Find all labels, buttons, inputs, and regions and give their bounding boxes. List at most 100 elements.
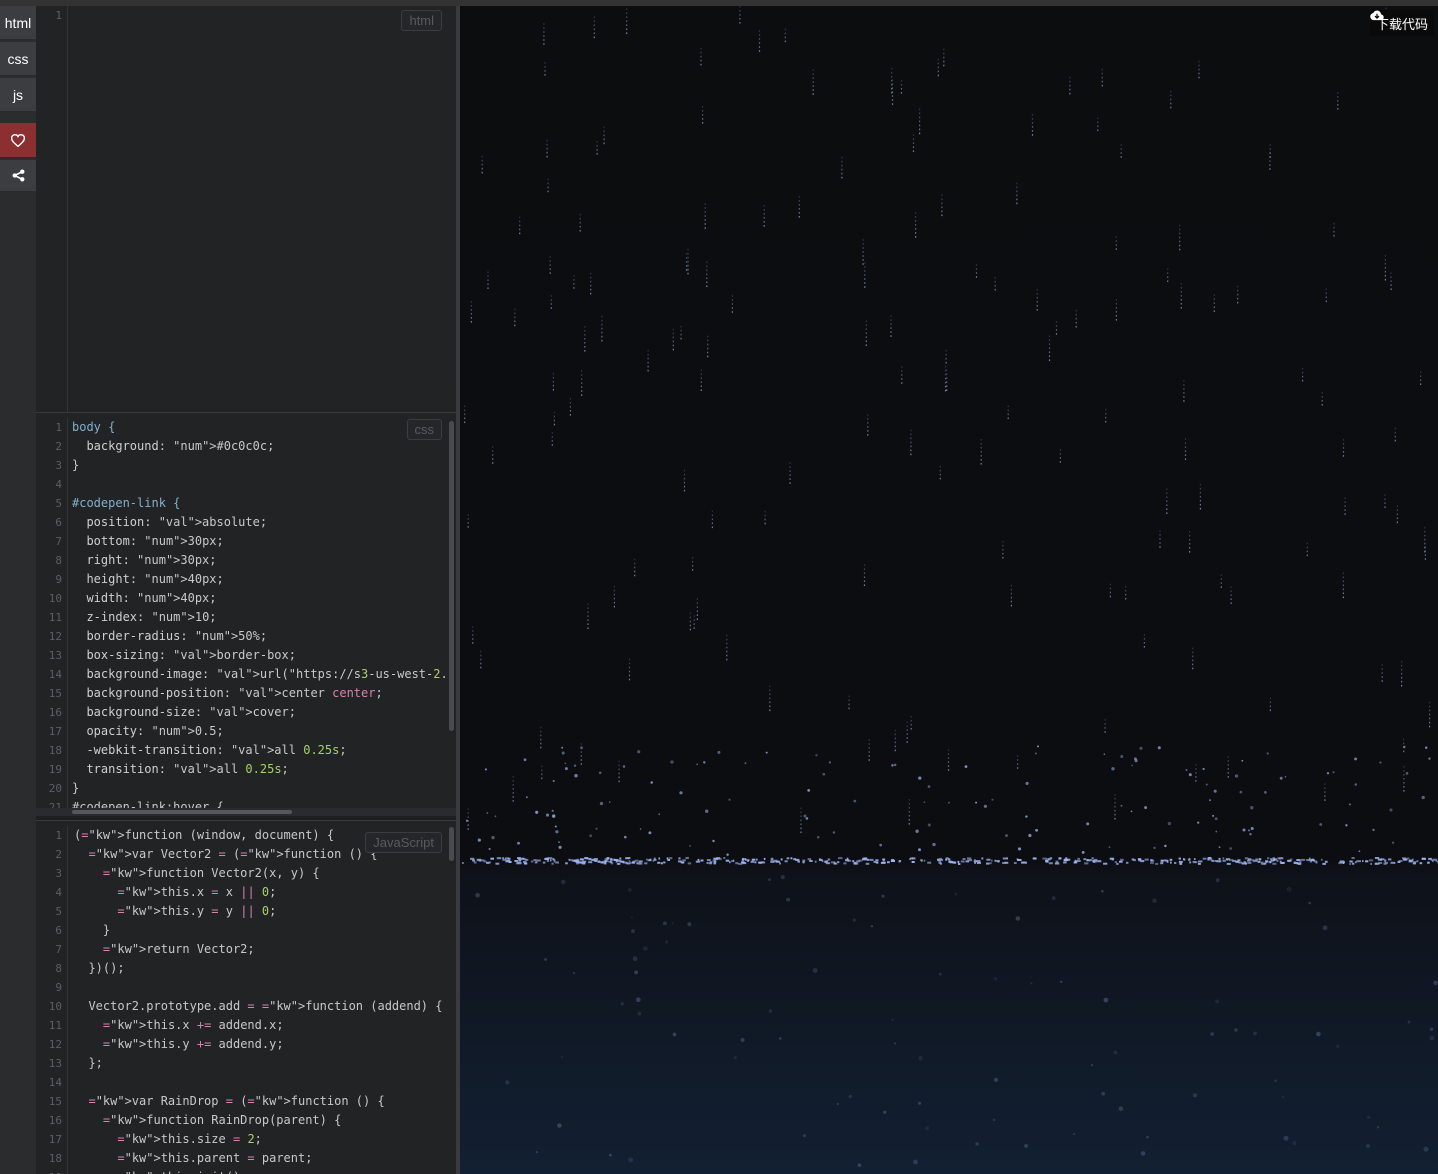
rain-drop <box>1166 492 1168 494</box>
rain-drop <box>945 349 947 352</box>
rain-drop <box>492 458 494 460</box>
code-line: background: "num">#0c0c0c; <box>86 439 275 453</box>
rain-drop <box>726 638 728 641</box>
rain-drop <box>891 67 893 70</box>
horizontal-scrollbar[interactable] <box>72 810 292 814</box>
js-editor[interactable]: 12345678910111213141516171819 (="kw">fun… <box>36 820 456 1174</box>
rain-drop <box>891 99 894 101</box>
rain-drop <box>891 87 893 90</box>
rain-drop <box>601 339 603 342</box>
rain-drop <box>1002 544 1004 547</box>
rain-drop <box>915 212 917 214</box>
splash-particle <box>1205 783 1208 786</box>
rain-drop <box>553 419 555 422</box>
code-line: background-image: "val">url("https://s3-… <box>86 667 446 681</box>
water-surface-dot <box>809 860 813 862</box>
rain-drop <box>481 167 483 170</box>
water-surface-dot <box>823 860 826 863</box>
rain-drop <box>687 264 689 267</box>
code-area[interactable]: (="kw">function (window, document) { ="k… <box>74 826 446 1174</box>
code-area[interactable] <box>72 6 446 25</box>
rain-drop <box>1195 764 1197 766</box>
rain-drop <box>544 74 546 76</box>
rain-drop <box>1199 495 1201 498</box>
rain-drop <box>901 382 903 384</box>
css-editor[interactable]: 123456789101112131415161718192021 body {… <box>36 412 456 816</box>
rain-drop <box>1213 294 1215 296</box>
rain-drop <box>945 353 947 356</box>
water-surface-dot <box>814 860 817 863</box>
water-surface-dot <box>962 858 966 860</box>
reflection-dot <box>630 916 633 919</box>
rain-drop <box>514 324 516 327</box>
rain-drop <box>1120 148 1122 150</box>
water-surface-dot <box>1301 858 1306 861</box>
rain-drop <box>552 372 554 375</box>
rain-drop <box>1337 96 1339 98</box>
rain-drop <box>1420 371 1422 373</box>
rain-drop <box>683 469 686 472</box>
rain-drop <box>906 729 908 731</box>
splash-particle <box>1144 806 1148 810</box>
splash-particle <box>932 842 936 847</box>
vertical-scrollbar[interactable] <box>449 421 454 731</box>
rain-drop <box>601 319 603 322</box>
splash-particle <box>564 762 567 765</box>
like-button[interactable] <box>0 123 36 158</box>
water-surface-dot <box>1063 859 1067 862</box>
line-number: 11 <box>48 1019 62 1032</box>
rain-drop <box>706 269 708 272</box>
splash-particle <box>1120 804 1123 807</box>
rain-drop <box>1125 597 1127 600</box>
rain-drop <box>1170 106 1172 109</box>
rain-drop <box>685 257 688 259</box>
splash-particle <box>728 798 731 801</box>
water-surface-dot <box>1416 860 1419 863</box>
rain-drop <box>1195 768 1197 770</box>
rain-drop <box>1114 817 1116 820</box>
rain-drop <box>1325 300 1327 303</box>
rain-drop <box>692 569 694 571</box>
rain-drop <box>1109 595 1111 598</box>
rain-drop <box>946 385 948 387</box>
rain-drop <box>1213 302 1215 304</box>
tab-js-label: js <box>12 86 24 103</box>
share-button[interactable] <box>0 160 36 192</box>
code-area[interactable]: body { background: "num">#0c0c0c;} #codep… <box>72 418 446 816</box>
reflection-dot <box>475 892 480 898</box>
rain-drop <box>912 138 915 140</box>
code-line: -webkit-transition: "val">all 0.25s; <box>86 743 347 757</box>
water-surface-dot <box>523 858 527 861</box>
rain-drop <box>1180 291 1182 293</box>
html-editor[interactable]: 1 html <box>36 6 456 412</box>
splash-particle <box>1025 815 1028 818</box>
rain-drop <box>798 200 800 202</box>
splash-particle <box>1133 757 1137 761</box>
rain-drop <box>1055 333 1058 335</box>
rain-drop <box>1120 144 1122 146</box>
splash-particle <box>1167 821 1172 826</box>
tab-js[interactable]: js <box>0 78 36 112</box>
water-surface-dot <box>681 861 685 864</box>
reflection-dot <box>848 1094 853 1099</box>
water-surface-dot <box>1320 858 1323 861</box>
splash-particle <box>923 801 926 804</box>
rain-drop <box>593 32 595 35</box>
rain-drop <box>672 340 674 343</box>
html-mode-label: html <box>401 10 442 31</box>
rain-drop <box>1104 719 1106 721</box>
splash-particle <box>623 835 627 839</box>
rain-drop <box>1036 293 1038 295</box>
water-surface-dot <box>838 857 843 860</box>
rain-drop <box>941 202 943 205</box>
rain-drop <box>848 695 850 698</box>
rain-drop <box>470 301 472 303</box>
splash-particle <box>1153 846 1156 850</box>
vertical-scrollbar[interactable] <box>449 827 454 861</box>
rain-drop <box>464 409 466 412</box>
tab-html[interactable]: html <box>0 6 36 40</box>
splash-particle <box>551 809 554 812</box>
download-code-button[interactable]: 下载代码 <box>1369 10 1434 36</box>
tab-css[interactable]: css <box>0 42 36 76</box>
rain-drop <box>1401 676 1403 679</box>
